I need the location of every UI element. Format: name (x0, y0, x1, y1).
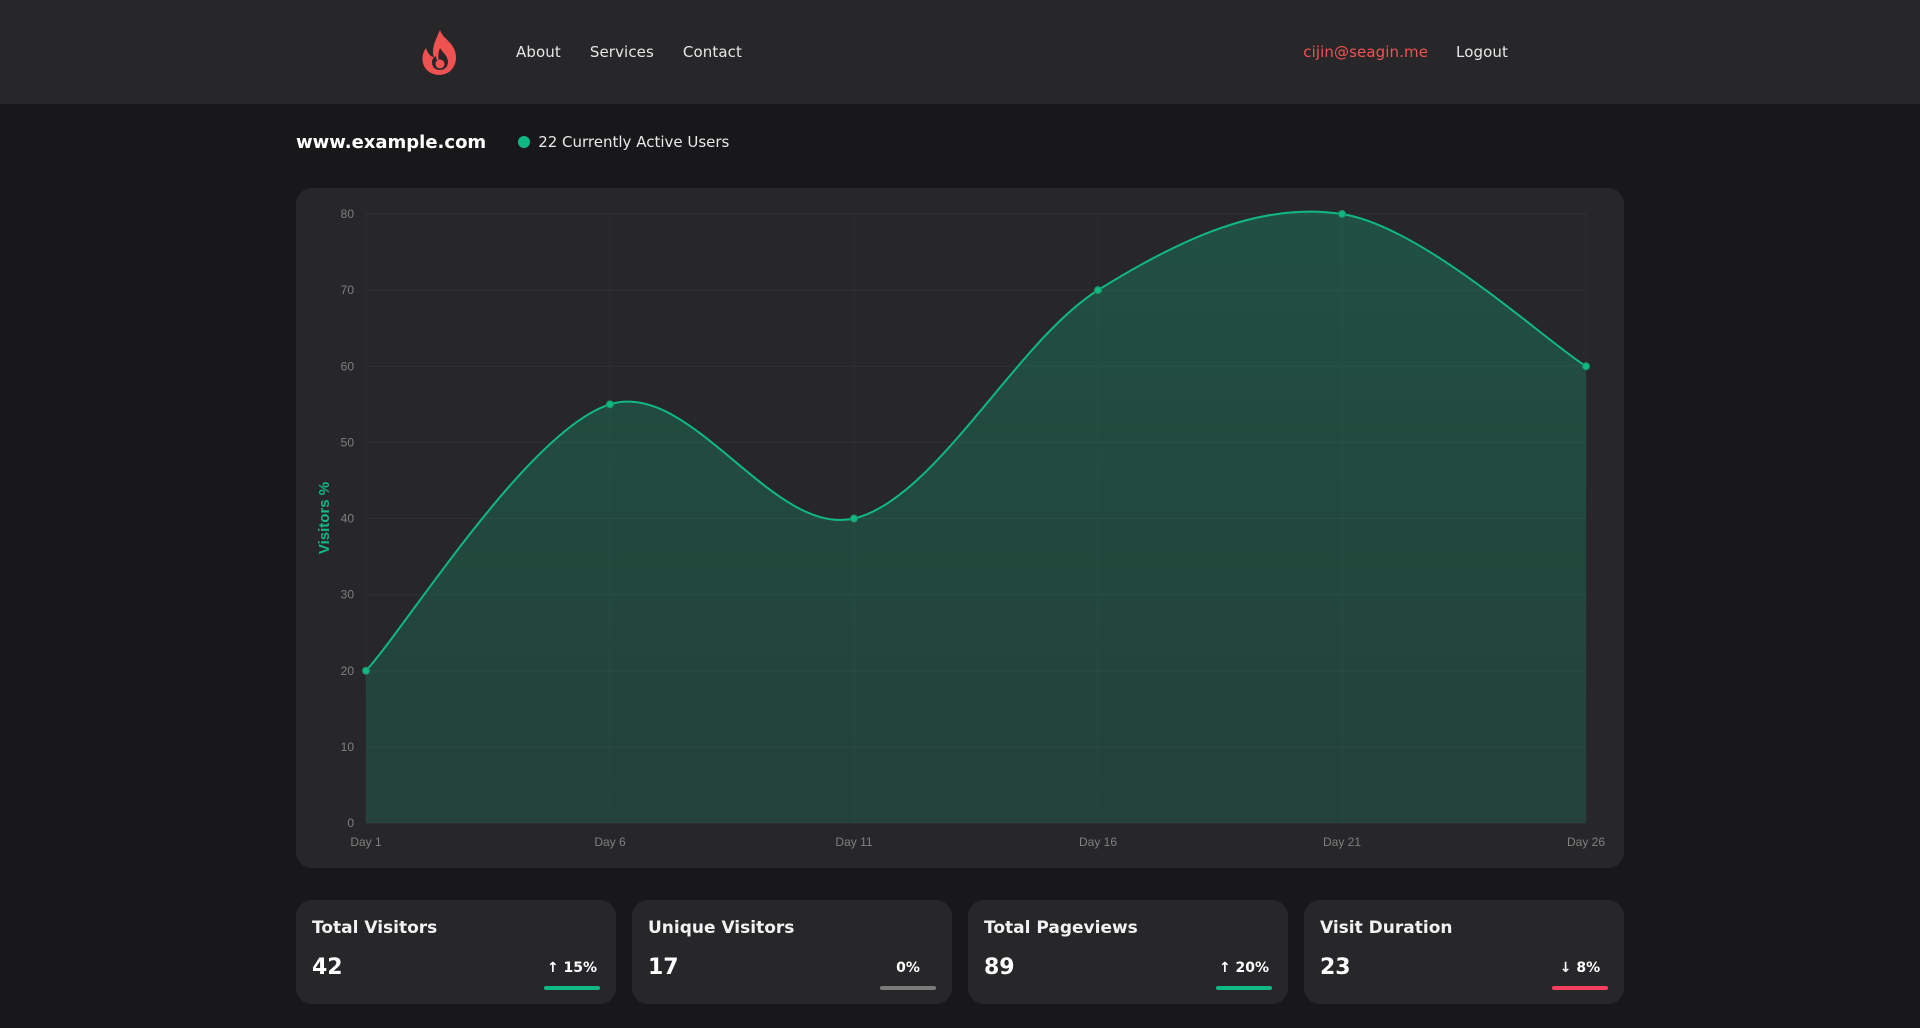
stat-change: ↑ 20% (1216, 960, 1272, 990)
nav-about-link[interactable]: About (516, 43, 561, 61)
stat-change-value: 0% (896, 960, 920, 976)
stat-value: 17 (648, 955, 679, 980)
top-navbar: About Services Contact cijin@seagin.me L… (0, 0, 1920, 104)
x-tick-label: Day 11 (835, 835, 872, 849)
y-tick-label: 70 (341, 283, 355, 297)
stat-card-total-visitors[interactable]: Total Visitors 42 ↑ 15% (296, 900, 616, 1004)
data-point (1094, 286, 1102, 295)
arrow-up-icon: ↑ (546, 960, 559, 976)
visitors-area-chart: 0 10 20 30 40 50 60 70 80 Day 1 Day 6 Day 11 Day 16 D… (316, 207, 1605, 849)
y-tick-label: 80 (341, 207, 355, 221)
nav-services-link[interactable]: Services (590, 43, 654, 61)
stat-value: 23 (1320, 955, 1351, 980)
stat-change-value: 8% (1576, 960, 1601, 976)
x-tick-label: Day 1 (350, 835, 382, 849)
data-point (1582, 362, 1590, 371)
y-tick-label: 40 (341, 512, 355, 526)
active-users-indicator: 22 Currently Active Users (518, 133, 729, 151)
stat-change-text: ↑ 15% (544, 960, 600, 978)
y-tick-label: 50 (341, 435, 355, 449)
y-tick-label: 20 (341, 664, 355, 678)
stat-change: ↑ 15% (544, 960, 600, 990)
arrow-up-icon: ↑ (1218, 960, 1231, 976)
stat-change-bar (1552, 986, 1608, 990)
data-point (850, 514, 858, 523)
stat-change-text: 0% (880, 960, 936, 978)
stat-title: Unique Visitors (648, 918, 795, 938)
stat-change-bar (880, 986, 936, 990)
x-tick-label: Day 26 (1567, 835, 1605, 849)
site-domain: www.example.com (296, 131, 487, 153)
data-point (1338, 210, 1346, 218)
area-fill (366, 211, 1586, 823)
stat-change-text: ↑ 20% (1216, 960, 1272, 978)
site-header: www.example.com 22 Currently Active User… (296, 130, 729, 154)
flame-icon[interactable] (418, 28, 462, 76)
y-tick-label: 10 (341, 740, 355, 754)
x-tick-label: Day 21 (1323, 835, 1361, 849)
stat-card-total-pageviews[interactable]: Total Pageviews 89 ↑ 20% (968, 900, 1288, 1004)
stat-change: ↓ 8% (1552, 960, 1608, 990)
y-axis-label: Visitors % (316, 482, 333, 554)
stat-change-value: 15% (563, 960, 598, 976)
stat-change-bar (1216, 986, 1272, 990)
stat-change: 0% (880, 960, 936, 990)
data-point (606, 400, 614, 409)
live-dot-icon (518, 136, 531, 148)
stat-change-text: ↓ 8% (1552, 960, 1608, 978)
stat-title: Total Visitors (312, 918, 438, 938)
stats-row: Total Visitors 42 ↑ 15% Unique Visitors … (296, 900, 1624, 1004)
x-tick-label: Day 6 (594, 835, 626, 849)
stat-value: 42 (312, 955, 343, 980)
stat-title: Total Pageviews (984, 918, 1138, 938)
active-users-text: 22 Currently Active Users (538, 133, 730, 151)
stat-card-unique-visitors[interactable]: Unique Visitors 17 0% (632, 900, 952, 1004)
logout-link[interactable]: Logout (1456, 43, 1508, 61)
arrow-down-icon: ↓ (1559, 960, 1572, 976)
stat-title: Visit Duration (1320, 918, 1453, 938)
visitors-chart-card: 0 10 20 30 40 50 60 70 80 Day 1 Day 6 Day 11 Day 16 D… (296, 188, 1624, 868)
y-tick-label: 60 (341, 359, 355, 373)
y-tick-label: 30 (341, 588, 355, 602)
user-nav: cijin@seagin.me Logout (1303, 0, 1508, 104)
y-tick-label: 0 (347, 816, 354, 830)
x-tick-label: Day 16 (1079, 835, 1117, 849)
stat-value: 89 (984, 955, 1015, 980)
stat-card-visit-duration[interactable]: Visit Duration 23 ↓ 8% (1304, 900, 1624, 1004)
stat-change-value: 20% (1235, 960, 1270, 976)
nav-contact-link[interactable]: Contact (683, 43, 742, 61)
data-point (362, 666, 370, 675)
user-email-link[interactable]: cijin@seagin.me (1303, 43, 1428, 61)
main-nav: About Services Contact (516, 0, 742, 104)
stat-change-bar (544, 986, 600, 990)
